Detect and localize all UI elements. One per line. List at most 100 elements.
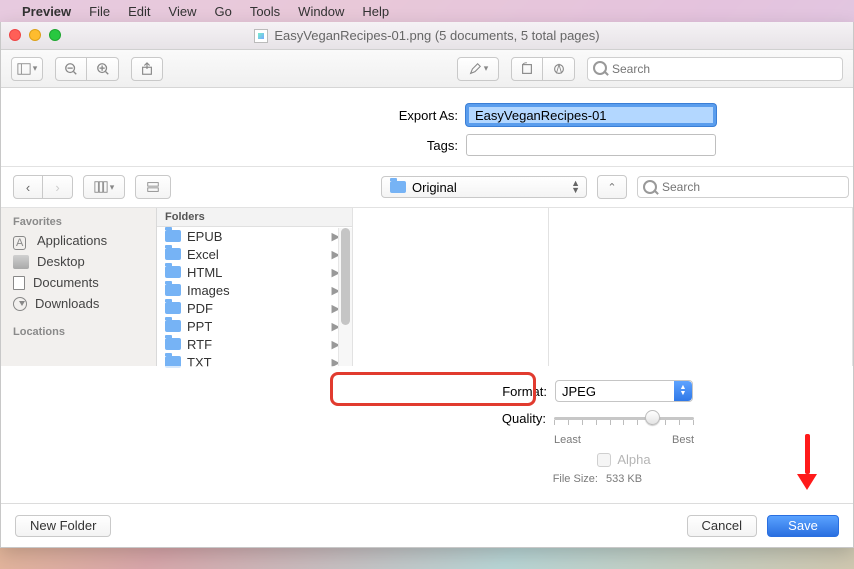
folder-icon xyxy=(165,230,181,242)
column-1: Folders EPUB▶Excel▶HTML▶Images▶PDF▶PPT▶R… xyxy=(157,208,353,366)
folder-icon xyxy=(165,320,181,332)
folder-icon xyxy=(165,302,181,314)
filesize-value: 533 KB xyxy=(606,473,642,485)
file-browser: Favorites Applications Desktop Documents… xyxy=(1,208,853,366)
scrollbar[interactable] xyxy=(338,228,352,366)
fullscreen-button[interactable] xyxy=(49,29,61,41)
folder-icon xyxy=(165,248,181,260)
folder-name: EPUB xyxy=(187,229,222,244)
back-button[interactable]: ‹ xyxy=(13,175,43,199)
export-options: Format: JPEG ▲▼ Quality: Least Best xyxy=(1,366,853,503)
cancel-button[interactable]: Cancel xyxy=(687,515,757,537)
folder-icon xyxy=(390,181,406,193)
column-header[interactable]: Folders xyxy=(157,208,352,227)
tags-label: Tags: xyxy=(138,138,458,153)
sidebar-item-documents[interactable]: Documents xyxy=(1,272,156,293)
export-sheet: Export As: Tags: ‹ › ▾ xyxy=(1,88,853,547)
annotation-highlight xyxy=(330,372,536,406)
folder-icon xyxy=(165,266,181,278)
file-menu[interactable]: File xyxy=(89,4,110,19)
format-select[interactable]: JPEG ▲▼ xyxy=(555,380,693,402)
help-menu[interactable]: Help xyxy=(362,4,389,19)
sidebar-item-label: Desktop xyxy=(37,254,85,269)
folder-icon xyxy=(165,284,181,296)
applications-icon xyxy=(13,234,29,248)
sidebar-item-label: Documents xyxy=(33,275,99,290)
title-bar: EasyVeganRecipes-01.png (5 documents, 5 … xyxy=(1,22,853,50)
folder-row[interactable]: EPUB▶ xyxy=(157,227,352,245)
annotation-arrow xyxy=(797,434,817,494)
folder-row[interactable]: PPT▶ xyxy=(157,317,352,335)
tags-input[interactable] xyxy=(466,134,716,156)
chevron-up-icon: ⌃ xyxy=(607,181,616,194)
location-name: Original xyxy=(412,180,457,195)
folder-name: RTF xyxy=(187,337,212,352)
sidebar-item-desktop[interactable]: Desktop xyxy=(1,251,156,272)
sidebar-item-downloads[interactable]: Downloads xyxy=(1,293,156,314)
sidebar-item-label: Downloads xyxy=(35,296,99,311)
edit-menu[interactable]: Edit xyxy=(128,4,150,19)
folder-name: HTML xyxy=(187,265,222,280)
toolbar: ▾ ▾ xyxy=(1,50,853,88)
filesize-label: File Size: xyxy=(512,473,598,485)
format-value: JPEG xyxy=(562,384,596,399)
menu-bar: Preview File Edit View Go Tools Window H… xyxy=(0,0,854,22)
column-2 xyxy=(353,208,549,366)
folder-row[interactable]: PDF▶ xyxy=(157,299,352,317)
save-button[interactable]: Save xyxy=(767,515,839,537)
chevron-updown-icon: ▲▼ xyxy=(571,180,580,194)
highlight-button[interactable]: ▾ xyxy=(457,57,499,81)
favorites-header: Favorites xyxy=(1,214,156,230)
markup-button[interactable] xyxy=(543,57,575,81)
downloads-icon xyxy=(13,297,27,311)
path-bar: ‹ › ▾ Original ▲▼ ⌃ xyxy=(1,166,853,208)
folder-name: Images xyxy=(187,283,230,298)
minimize-button[interactable] xyxy=(29,29,41,41)
share-button[interactable] xyxy=(131,57,163,81)
zoom-in-button[interactable] xyxy=(87,57,119,81)
folder-name: Excel xyxy=(187,247,219,262)
rotate-button[interactable] xyxy=(511,57,543,81)
document-proxy-icon[interactable] xyxy=(254,29,268,43)
go-menu[interactable]: Go xyxy=(214,4,231,19)
tools-menu[interactable]: Tools xyxy=(250,4,280,19)
folder-row[interactable]: RTF▶ xyxy=(157,335,352,353)
desktop-icon xyxy=(13,255,29,269)
view-mode-button[interactable]: ▾ xyxy=(83,175,125,199)
documents-icon xyxy=(13,276,25,290)
location-popup[interactable]: Original ▲▼ xyxy=(381,176,587,198)
exportas-label: Export As: xyxy=(138,108,458,123)
search-icon xyxy=(643,180,657,194)
exportas-input[interactable] xyxy=(466,104,716,126)
sheet-buttons: New Folder Cancel Save xyxy=(1,503,853,547)
close-button[interactable] xyxy=(9,29,21,41)
preview-window: EasyVeganRecipes-01.png (5 documents, 5 … xyxy=(0,22,854,548)
locations-header: Locations xyxy=(1,324,156,340)
filebrowser-search-input[interactable] xyxy=(637,176,849,198)
folder-row[interactable]: Images▶ xyxy=(157,281,352,299)
collapse-button[interactable]: ⌃ xyxy=(597,175,627,199)
group-button[interactable] xyxy=(135,175,171,199)
column-3 xyxy=(549,208,853,366)
folder-name: PPT xyxy=(187,319,212,334)
toolbar-search-input[interactable] xyxy=(587,57,843,81)
quality-least-label: Least xyxy=(554,434,581,446)
folder-icon xyxy=(165,338,181,350)
quality-slider[interactable] xyxy=(554,408,694,428)
zoom-out-button[interactable] xyxy=(55,57,87,81)
new-folder-button[interactable]: New Folder xyxy=(15,515,111,537)
folder-row[interactable]: Excel▶ xyxy=(157,245,352,263)
sidebar: Favorites Applications Desktop Documents… xyxy=(1,208,157,366)
select-stepper-icon: ▲▼ xyxy=(674,381,692,401)
sidebar-item-applications[interactable]: Applications xyxy=(1,230,156,251)
app-menu[interactable]: Preview xyxy=(22,4,71,19)
folder-name: PDF xyxy=(187,301,213,316)
alpha-label: Alpha xyxy=(617,452,650,467)
window-menu[interactable]: Window xyxy=(298,4,344,19)
sidebar-view-button[interactable]: ▾ xyxy=(11,57,43,81)
folder-row[interactable]: HTML▶ xyxy=(157,263,352,281)
alpha-checkbox xyxy=(597,453,611,467)
scroll-thumb[interactable] xyxy=(341,228,350,325)
view-menu[interactable]: View xyxy=(169,4,197,19)
forward-button[interactable]: › xyxy=(43,175,73,199)
